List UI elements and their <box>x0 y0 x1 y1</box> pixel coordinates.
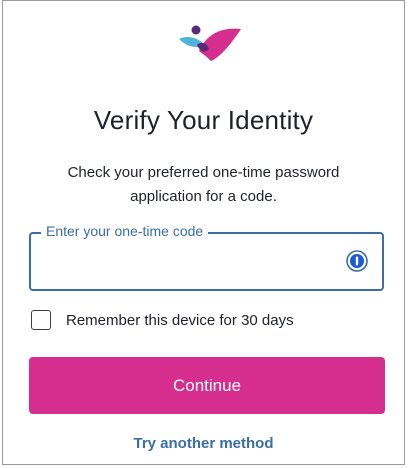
otp-field-label: Enter your one-time code <box>41 223 209 239</box>
password-manager-icon[interactable] <box>346 250 368 272</box>
page-subtitle: Check your preferred one-time password a… <box>67 164 340 205</box>
otp-code-input[interactable] <box>43 248 337 276</box>
otp-code-field[interactable]: Enter your one-time code <box>29 223 384 291</box>
brand-logo-icon <box>179 25 241 61</box>
continue-button[interactable]: Continue <box>29 357 385 414</box>
remember-device-row[interactable]: Remember this device for 30 days <box>31 309 294 331</box>
remember-device-checkbox[interactable] <box>31 310 51 330</box>
page-title: Verify Your Identity <box>93 105 314 135</box>
verify-card: Verify Your Identity Check your preferre… <box>2 0 405 465</box>
try-another-method-link[interactable]: Try another method <box>3 435 404 452</box>
remember-device-label: Remember this device for 30 days <box>66 311 294 329</box>
